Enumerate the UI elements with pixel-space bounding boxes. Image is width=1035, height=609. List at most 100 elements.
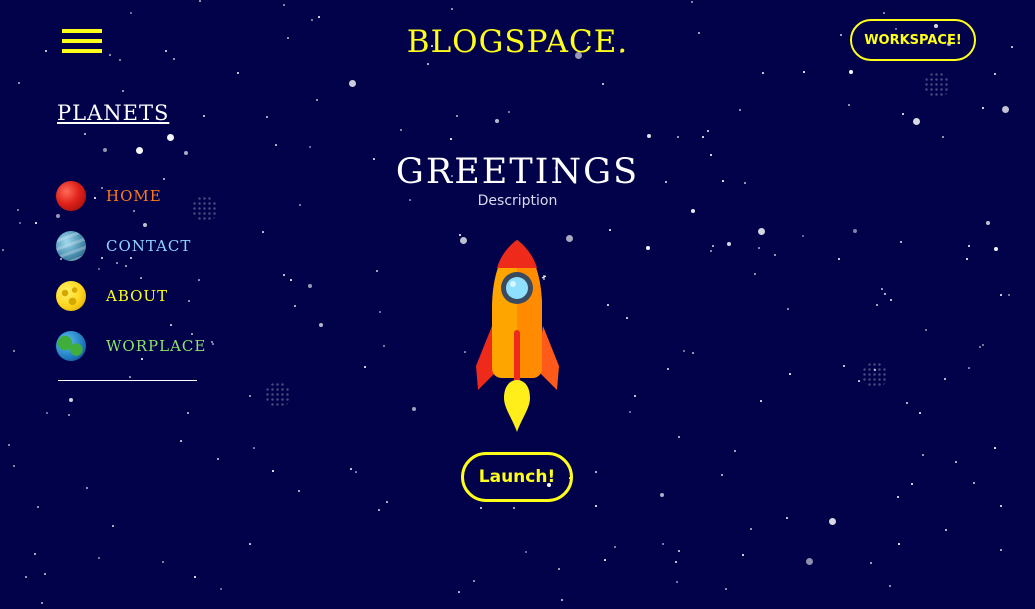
star bbox=[34, 553, 36, 555]
star bbox=[945, 529, 947, 531]
sidebar-title: PLANETS bbox=[57, 101, 170, 125]
star bbox=[734, 450, 736, 452]
star bbox=[727, 242, 731, 246]
star bbox=[13, 465, 15, 467]
star bbox=[994, 447, 996, 449]
star bbox=[249, 395, 251, 397]
star bbox=[187, 412, 189, 414]
star bbox=[309, 146, 311, 148]
star bbox=[464, 351, 466, 353]
star bbox=[634, 395, 636, 397]
star bbox=[849, 70, 853, 74]
star bbox=[194, 576, 196, 578]
star bbox=[283, 4, 285, 6]
star bbox=[725, 588, 727, 590]
star bbox=[750, 528, 752, 530]
star bbox=[98, 268, 100, 270]
star bbox=[944, 378, 946, 380]
workspace-button[interactable]: WORKSPACE! bbox=[850, 19, 976, 61]
star bbox=[898, 543, 900, 545]
star bbox=[762, 72, 764, 74]
sidebar-item-label: WORPLACE bbox=[106, 337, 207, 355]
star bbox=[508, 111, 510, 113]
launch-button[interactable]: Launch! bbox=[461, 452, 573, 502]
star bbox=[84, 133, 86, 135]
star bbox=[707, 130, 709, 132]
star bbox=[942, 136, 944, 138]
star bbox=[838, 258, 840, 260]
star bbox=[566, 235, 573, 242]
star bbox=[383, 345, 385, 347]
star bbox=[968, 245, 970, 247]
star bbox=[35, 222, 37, 224]
star bbox=[602, 83, 604, 85]
star bbox=[116, 262, 118, 264]
page-title: GREETINGS bbox=[395, 152, 640, 192]
star bbox=[294, 305, 296, 307]
star bbox=[18, 82, 20, 84]
star bbox=[98, 557, 100, 559]
star bbox=[678, 436, 680, 438]
earth-planet-icon bbox=[56, 331, 86, 361]
star bbox=[129, 376, 131, 378]
star bbox=[400, 129, 402, 131]
star bbox=[890, 299, 892, 301]
sidebar-item-worplace[interactable]: WORPLACE bbox=[56, 330, 206, 362]
star bbox=[760, 400, 762, 402]
star bbox=[122, 90, 124, 92]
star bbox=[802, 235, 804, 237]
star bbox=[973, 482, 975, 484]
star bbox=[319, 323, 323, 327]
star bbox=[710, 250, 712, 252]
star bbox=[742, 554, 744, 556]
rocket-icon bbox=[476, 240, 559, 432]
star bbox=[884, 293, 886, 295]
star bbox=[249, 543, 251, 545]
star bbox=[13, 350, 15, 352]
star bbox=[702, 136, 704, 138]
star bbox=[870, 562, 872, 564]
star-cluster bbox=[862, 362, 888, 388]
star bbox=[376, 270, 378, 272]
star bbox=[774, 254, 776, 256]
star bbox=[683, 350, 685, 352]
sidebar-item-label: ABOUT bbox=[106, 287, 169, 305]
star bbox=[913, 118, 920, 125]
star bbox=[525, 551, 527, 553]
star bbox=[1000, 294, 1002, 296]
sidebar-item-about[interactable]: ABOUT bbox=[56, 280, 168, 312]
star bbox=[495, 119, 499, 123]
star bbox=[595, 505, 597, 507]
star bbox=[25, 576, 27, 578]
star bbox=[298, 490, 300, 492]
star bbox=[922, 454, 924, 456]
star bbox=[1008, 294, 1010, 296]
star bbox=[561, 599, 563, 601]
star bbox=[308, 284, 312, 288]
star bbox=[112, 525, 114, 527]
star-cluster bbox=[924, 72, 950, 98]
star bbox=[902, 113, 904, 115]
star bbox=[19, 222, 21, 224]
star bbox=[994, 247, 998, 251]
star bbox=[140, 277, 142, 279]
star bbox=[712, 245, 714, 247]
star bbox=[806, 558, 813, 565]
star bbox=[614, 546, 616, 548]
star bbox=[955, 461, 957, 463]
star bbox=[925, 329, 927, 331]
star bbox=[188, 300, 190, 302]
page-description: Description bbox=[477, 193, 558, 209]
star bbox=[41, 602, 43, 604]
star bbox=[480, 507, 482, 509]
star bbox=[69, 398, 73, 402]
star bbox=[966, 258, 968, 260]
star bbox=[253, 447, 255, 449]
sidebar-item-contact[interactable]: CONTACT bbox=[56, 230, 191, 262]
star bbox=[691, 1, 693, 3]
star bbox=[647, 134, 651, 138]
star bbox=[660, 493, 664, 497]
blue-planet-icon bbox=[56, 231, 86, 261]
star bbox=[629, 411, 631, 413]
star bbox=[290, 279, 292, 281]
